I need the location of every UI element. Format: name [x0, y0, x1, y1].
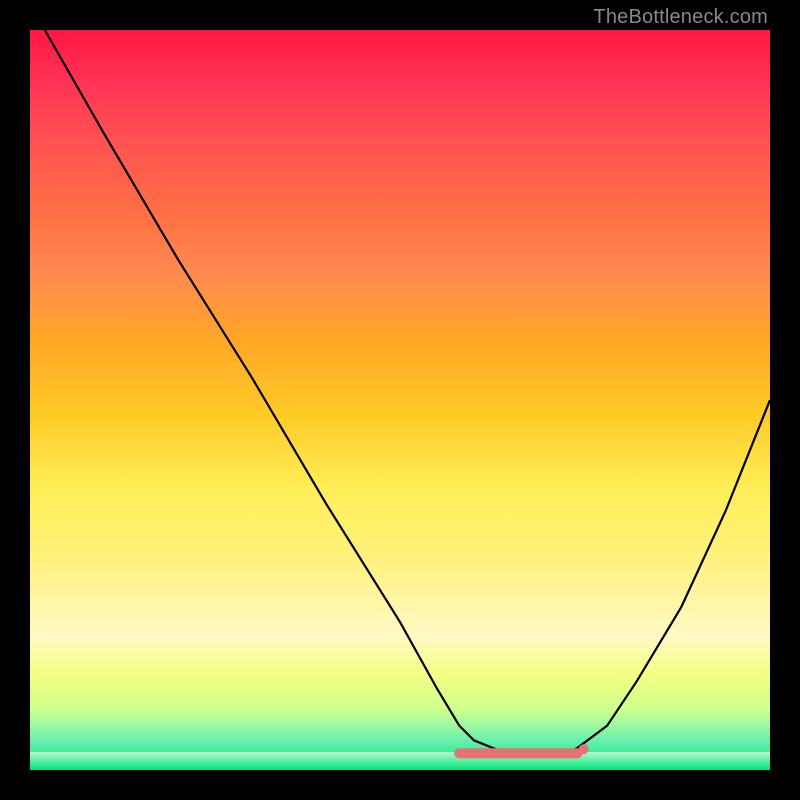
plot-area — [30, 30, 770, 770]
green-band — [30, 752, 770, 770]
curve-svg — [30, 30, 770, 770]
watermark-text: TheBottleneck.com — [593, 6, 768, 29]
bottleneck-curve — [45, 30, 770, 755]
chart-container: TheBottleneck.com — [0, 0, 800, 800]
